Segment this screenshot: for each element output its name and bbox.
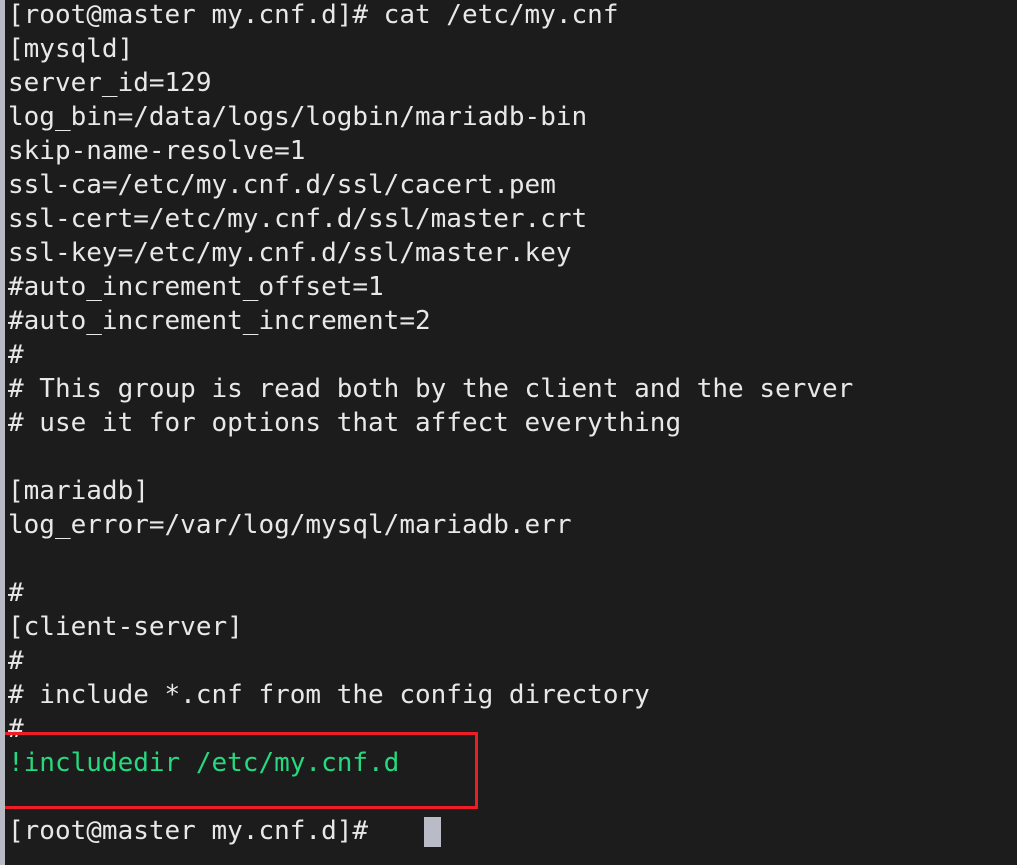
- terminal-line: #: [8, 714, 24, 744]
- terminal-line: [root@master my.cnf.d]# cat /etc/my.cnf: [8, 0, 619, 30]
- terminal-line: #: [8, 578, 24, 608]
- terminal-line: log_bin=/data/logs/logbin/mariadb-bin: [8, 102, 588, 132]
- terminal-line: server_id=129: [8, 68, 212, 98]
- terminal-line: !includedir /etc/my.cnf.d: [8, 748, 400, 778]
- terminal-line: # This group is read both by the client …: [8, 374, 854, 404]
- terminal-scrollbar[interactable]: [0, 0, 5, 865]
- terminal-line: # use it for options that affect everyth…: [8, 408, 682, 438]
- terminal-line: [mysqld]: [8, 34, 134, 64]
- terminal-line: #auto_increment_offset=1: [8, 272, 384, 302]
- terminal-line: #: [8, 646, 24, 676]
- terminal-window[interactable]: [root@master my.cnf.d]# cat /etc/my.cnf […: [0, 0, 1017, 865]
- terminal-line: # include *.cnf from the config director…: [8, 680, 650, 710]
- terminal-line: [client-server]: [8, 612, 243, 642]
- terminal-line: #: [8, 340, 24, 370]
- terminal-screen[interactable]: [root@master my.cnf.d]# cat /etc/my.cnf […: [0, 0, 1017, 865]
- terminal-line: skip-name-resolve=1: [8, 136, 306, 166]
- scrollbar-thumb[interactable]: [0, 0, 5, 865]
- terminal-line: ssl-cert=/etc/my.cnf.d/ssl/master.crt: [8, 204, 588, 234]
- terminal-cursor: [424, 817, 442, 847]
- terminal-line: [root@master my.cnf.d]#: [8, 816, 369, 846]
- terminal-line: log_error=/var/log/mysql/mariadb.err: [8, 510, 572, 540]
- terminal-line: ssl-key=/etc/my.cnf.d/ssl/master.key: [8, 238, 572, 268]
- terminal-line: [mariadb]: [8, 476, 149, 506]
- terminal-line: ssl-ca=/etc/my.cnf.d/ssl/cacert.pem: [8, 170, 556, 200]
- terminal-line: #auto_increment_increment=2: [8, 306, 431, 336]
